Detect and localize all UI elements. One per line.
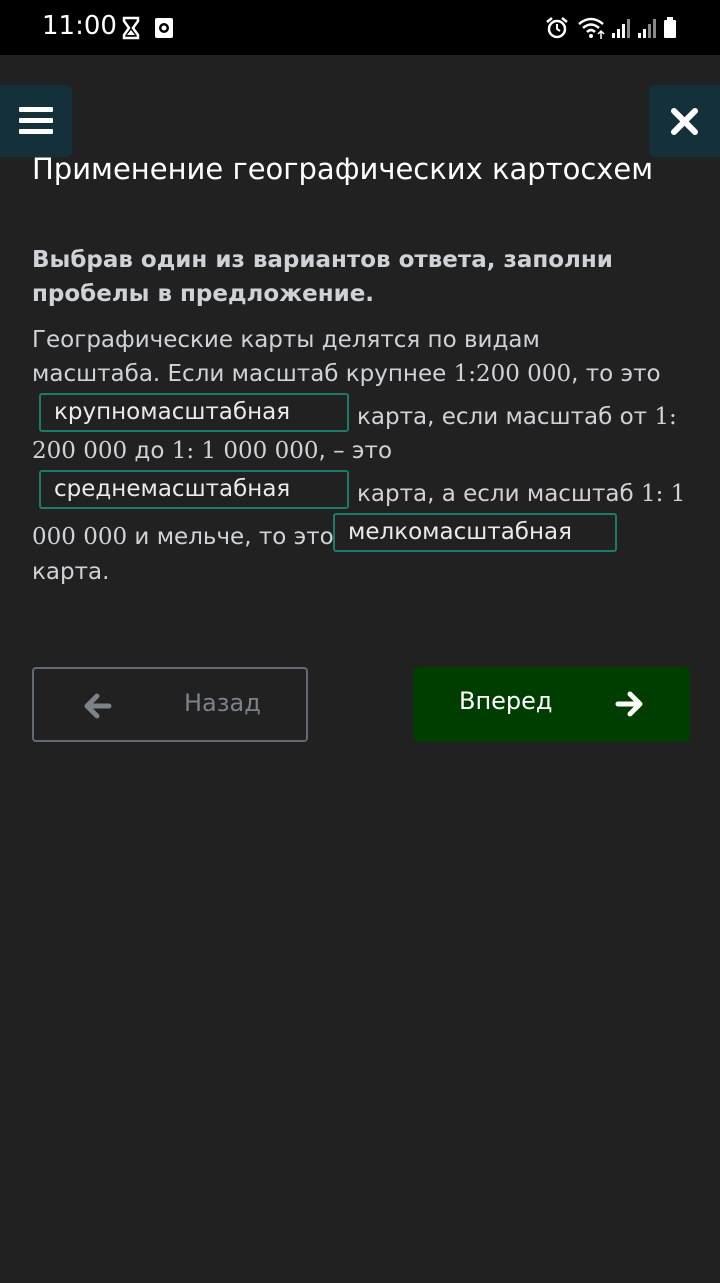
scale-number: 1:: [654, 404, 677, 430]
scale-number: 000 000: [32, 524, 128, 550]
content-area: Применение географических картосхем Выбр…: [0, 55, 720, 1283]
sentence-line-6: 000 000 и мельче, то это: [32, 524, 334, 550]
alarm-icon: [546, 17, 568, 39]
status-bar: 11:00: [0, 0, 720, 55]
back-button[interactable]: Назад: [32, 667, 308, 742]
sentence-line-5: карта, а если масштаб 1: 1: [357, 481, 685, 507]
menu-button[interactable]: [0, 85, 72, 157]
arrow-left-icon: [84, 693, 112, 719]
sentence-text: масштаба. Если масштаб крупнее: [32, 361, 454, 387]
screen-record-icon: [155, 18, 173, 38]
sentence-line-1: Географические карты делятся по видам: [32, 327, 540, 353]
answer-blank-1[interactable]: крупномасштабная: [39, 393, 349, 432]
sentence-line-7: карта.: [32, 559, 110, 585]
sentence-text: карта, а если масштаб: [357, 481, 641, 507]
signal-icon: [612, 19, 630, 38]
battery-icon: [664, 17, 676, 38]
answer-blank-2[interactable]: среднемасштабная: [39, 470, 349, 509]
sentence-text: карта, если масштаб от: [357, 404, 655, 430]
scale-number: 1: 1: [641, 481, 686, 507]
page-title: Применение географических картосхем: [32, 152, 654, 186]
hourglass-icon: [122, 16, 140, 40]
next-button[interactable]: Вперед: [413, 667, 690, 742]
sentence-line-3: карта, если масштаб от 1:: [357, 404, 677, 430]
sentence-text: , то это: [571, 361, 661, 387]
sentence-line-2: масштаба. Если масштаб крупнее 1:200 000…: [32, 361, 661, 387]
answer-blank-3[interactable]: мелкомасштабная: [333, 513, 617, 552]
scale-number: 200 000: [32, 438, 128, 464]
sentence-text: , – это: [318, 438, 393, 464]
next-button-label: Вперед: [459, 687, 553, 715]
close-button[interactable]: [649, 85, 720, 157]
sentence-line-4: 200 000 до 1: 1 000 000, – это: [32, 438, 392, 464]
wifi-icon: [578, 17, 605, 39]
sentence-text: и мельче, то это: [127, 524, 334, 550]
signal-icon: [638, 19, 656, 38]
scale-number: 1: 1 000 000: [171, 438, 319, 464]
hamburger-icon: [19, 107, 53, 134]
close-icon: [671, 108, 698, 135]
sentence-text: до: [127, 438, 172, 464]
arrow-right-icon: [615, 691, 643, 717]
scale-number: 1:200 000: [453, 361, 572, 387]
task-instruction: Выбрав один из вариантов ответа, заполни…: [32, 247, 613, 307]
status-time: 11:00: [42, 11, 117, 41]
back-button-label: Назад: [184, 689, 261, 717]
